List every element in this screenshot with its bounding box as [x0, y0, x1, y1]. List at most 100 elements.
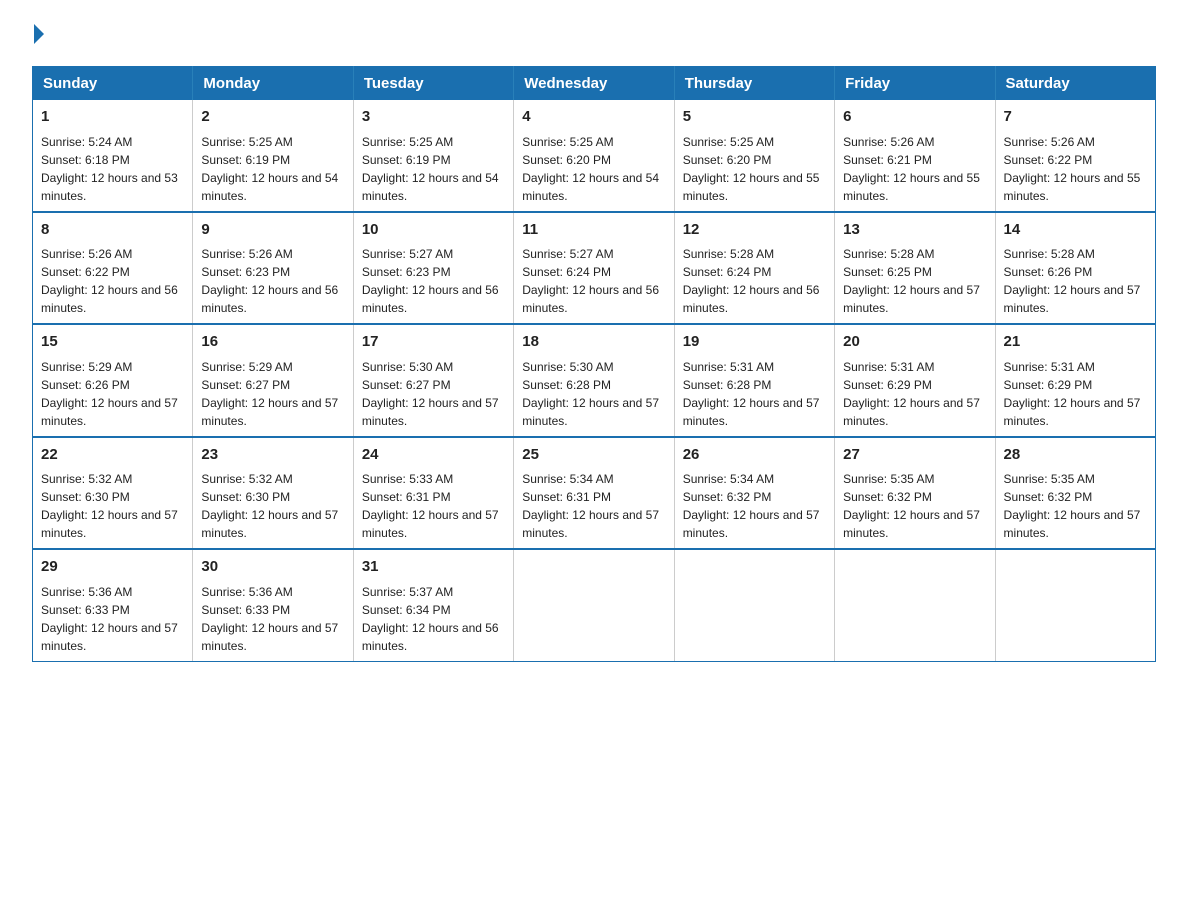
day-number: 25 — [522, 444, 665, 467]
day-number: 7 — [1004, 106, 1147, 129]
weekday-header-friday: Friday — [835, 67, 995, 101]
day-info: Sunrise: 5:36 AMSunset: 6:33 PMDaylight:… — [201, 583, 344, 655]
day-number: 28 — [1004, 444, 1147, 467]
day-info: Sunrise: 5:24 AMSunset: 6:18 PMDaylight:… — [41, 133, 184, 205]
day-number: 19 — [683, 331, 826, 354]
day-info: Sunrise: 5:27 AMSunset: 6:24 PMDaylight:… — [522, 245, 665, 317]
day-number: 29 — [41, 556, 184, 579]
day-number: 6 — [843, 106, 986, 129]
day-number: 27 — [843, 444, 986, 467]
day-info: Sunrise: 5:30 AMSunset: 6:27 PMDaylight:… — [362, 358, 505, 430]
calendar-week-2: 8 Sunrise: 5:26 AMSunset: 6:22 PMDaylight… — [33, 212, 1156, 325]
calendar-cell: 18 Sunrise: 5:30 AMSunset: 6:28 PMDayligh… — [514, 324, 674, 437]
calendar-cell: 5 Sunrise: 5:25 AMSunset: 6:20 PMDaylight… — [674, 100, 834, 212]
calendar-cell: 26Sunrise: 5:34 AMSunset: 6:32 PMDayligh… — [674, 437, 834, 550]
day-number: 3 — [362, 106, 505, 129]
day-info: Sunrise: 5:33 AMSunset: 6:31 PMDaylight:… — [362, 470, 505, 542]
day-number: 9 — [201, 219, 344, 242]
day-info: Sunrise: 5:32 AMSunset: 6:30 PMDaylight:… — [41, 470, 184, 542]
calendar-cell: 30 Sunrise: 5:36 AMSunset: 6:33 PMDayligh… — [193, 549, 353, 661]
day-number: 23 — [201, 444, 344, 467]
day-number: 30 — [201, 556, 344, 579]
weekday-header-tuesday: Tuesday — [353, 67, 513, 101]
day-number: 17 — [362, 331, 505, 354]
calendar-cell: 16Sunrise: 5:29 AMSunset: 6:27 PMDayligh… — [193, 324, 353, 437]
calendar-cell: 4 Sunrise: 5:25 AMSunset: 6:20 PMDaylight… — [514, 100, 674, 212]
calendar-body: 1Sunrise: 5:24 AMSunset: 6:18 PMDaylight… — [33, 100, 1156, 661]
day-info: Sunrise: 5:35 AMSunset: 6:32 PMDaylight:… — [1004, 470, 1147, 542]
calendar-cell — [995, 549, 1155, 661]
calendar-cell — [514, 549, 674, 661]
day-number: 14 — [1004, 219, 1147, 242]
page-header — [32, 24, 1156, 48]
day-info: Sunrise: 5:35 AMSunset: 6:32 PMDaylight:… — [843, 470, 986, 542]
logo-arrow-icon — [34, 24, 44, 44]
weekday-header-row: SundayMondayTuesdayWednesdayThursdayFrid… — [33, 67, 1156, 101]
calendar-cell: 10 Sunrise: 5:27 AMSunset: 6:23 PMDayligh… — [353, 212, 513, 325]
calendar-cell: 14 Sunrise: 5:28 AMSunset: 6:26 PMDayligh… — [995, 212, 1155, 325]
day-number: 10 — [362, 219, 505, 242]
day-info: Sunrise: 5:25 AMSunset: 6:20 PMDaylight:… — [522, 133, 665, 205]
day-number: 20 — [843, 331, 986, 354]
day-number: 13 — [843, 219, 986, 242]
day-number: 26 — [683, 444, 826, 467]
weekday-header-thursday: Thursday — [674, 67, 834, 101]
day-number: 8 — [41, 219, 184, 242]
calendar-cell: 1Sunrise: 5:24 AMSunset: 6:18 PMDaylight… — [33, 100, 193, 212]
calendar-cell — [835, 549, 995, 661]
calendar-cell: 17 Sunrise: 5:30 AMSunset: 6:27 PMDayligh… — [353, 324, 513, 437]
weekday-header-monday: Monday — [193, 67, 353, 101]
calendar-cell: 22 Sunrise: 5:32 AMSunset: 6:30 PMDayligh… — [33, 437, 193, 550]
day-info: Sunrise: 5:25 AMSunset: 6:20 PMDaylight:… — [683, 133, 826, 205]
day-info: Sunrise: 5:26 AMSunset: 6:22 PMDaylight:… — [1004, 133, 1147, 205]
day-info: Sunrise: 5:29 AMSunset: 6:26 PMDaylight:… — [41, 358, 184, 430]
day-number: 11 — [522, 219, 665, 242]
calendar-header: SundayMondayTuesdayWednesdayThursdayFrid… — [33, 67, 1156, 101]
day-info: Sunrise: 5:31 AMSunset: 6:28 PMDaylight:… — [683, 358, 826, 430]
calendar-cell: 29Sunrise: 5:36 AMSunset: 6:33 PMDayligh… — [33, 549, 193, 661]
day-info: Sunrise: 5:26 AMSunset: 6:22 PMDaylight:… — [41, 245, 184, 317]
day-info: Sunrise: 5:26 AMSunset: 6:21 PMDaylight:… — [843, 133, 986, 205]
weekday-header-sunday: Sunday — [33, 67, 193, 101]
calendar-cell: 20Sunrise: 5:31 AMSunset: 6:29 PMDayligh… — [835, 324, 995, 437]
day-number: 31 — [362, 556, 505, 579]
day-number: 4 — [522, 106, 665, 129]
calendar-cell: 15 Sunrise: 5:29 AMSunset: 6:26 PMDayligh… — [33, 324, 193, 437]
day-number: 15 — [41, 331, 184, 354]
day-info: Sunrise: 5:25 AMSunset: 6:19 PMDaylight:… — [362, 133, 505, 205]
day-info: Sunrise: 5:27 AMSunset: 6:23 PMDaylight:… — [362, 245, 505, 317]
calendar-cell: 13 Sunrise: 5:28 AMSunset: 6:25 PMDayligh… — [835, 212, 995, 325]
calendar-cell: 6 Sunrise: 5:26 AMSunset: 6:21 PMDaylight… — [835, 100, 995, 212]
calendar-cell: 25 Sunrise: 5:34 AMSunset: 6:31 PMDayligh… — [514, 437, 674, 550]
day-number: 18 — [522, 331, 665, 354]
calendar-cell: 12Sunrise: 5:28 AMSunset: 6:24 PMDayligh… — [674, 212, 834, 325]
day-info: Sunrise: 5:26 AMSunset: 6:23 PMDaylight:… — [201, 245, 344, 317]
weekday-header-saturday: Saturday — [995, 67, 1155, 101]
calendar-cell: 3 Sunrise: 5:25 AMSunset: 6:19 PMDaylight… — [353, 100, 513, 212]
day-info: Sunrise: 5:28 AMSunset: 6:26 PMDaylight:… — [1004, 245, 1147, 317]
weekday-header-wednesday: Wednesday — [514, 67, 674, 101]
logo-general — [32, 24, 44, 46]
calendar-cell: 8 Sunrise: 5:26 AMSunset: 6:22 PMDaylight… — [33, 212, 193, 325]
day-info: Sunrise: 5:30 AMSunset: 6:28 PMDaylight:… — [522, 358, 665, 430]
calendar-cell: 23 Sunrise: 5:32 AMSunset: 6:30 PMDayligh… — [193, 437, 353, 550]
calendar-week-3: 15 Sunrise: 5:29 AMSunset: 6:26 PMDayligh… — [33, 324, 1156, 437]
calendar-cell: 11 Sunrise: 5:27 AMSunset: 6:24 PMDayligh… — [514, 212, 674, 325]
calendar-table: SundayMondayTuesdayWednesdayThursdayFrid… — [32, 66, 1156, 662]
day-info: Sunrise: 5:29 AMSunset: 6:27 PMDaylight:… — [201, 358, 344, 430]
day-info: Sunrise: 5:34 AMSunset: 6:31 PMDaylight:… — [522, 470, 665, 542]
day-number: 5 — [683, 106, 826, 129]
calendar-cell: 28 Sunrise: 5:35 AMSunset: 6:32 PMDayligh… — [995, 437, 1155, 550]
calendar-cell: 31 Sunrise: 5:37 AMSunset: 6:34 PMDayligh… — [353, 549, 513, 661]
day-number: 21 — [1004, 331, 1147, 354]
day-info: Sunrise: 5:25 AMSunset: 6:19 PMDaylight:… — [201, 133, 344, 205]
calendar-cell: 2 Sunrise: 5:25 AMSunset: 6:19 PMDaylight… — [193, 100, 353, 212]
day-number: 22 — [41, 444, 184, 467]
day-info: Sunrise: 5:28 AMSunset: 6:25 PMDaylight:… — [843, 245, 986, 317]
day-info: Sunrise: 5:37 AMSunset: 6:34 PMDaylight:… — [362, 583, 505, 655]
calendar-cell: 19 Sunrise: 5:31 AMSunset: 6:28 PMDayligh… — [674, 324, 834, 437]
day-number: 2 — [201, 106, 344, 129]
day-info: Sunrise: 5:32 AMSunset: 6:30 PMDaylight:… — [201, 470, 344, 542]
day-info: Sunrise: 5:31 AMSunset: 6:29 PMDaylight:… — [1004, 358, 1147, 430]
calendar-cell: 7 Sunrise: 5:26 AMSunset: 6:22 PMDaylight… — [995, 100, 1155, 212]
